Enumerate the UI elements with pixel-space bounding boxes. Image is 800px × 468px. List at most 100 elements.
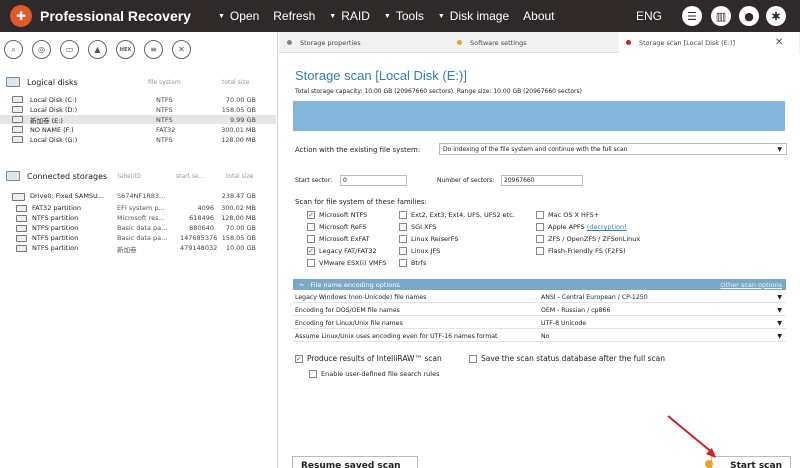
families-label: Scan for file system of these families:: [295, 198, 427, 206]
app-titlebar: ✚ Professional Recovery ▼ Open Refresh ▼ R…: [0, 0, 800, 32]
num-sectors-input[interactable]: 20967660: [501, 175, 583, 186]
connected-storages-header: Connected storages: [6, 171, 107, 181]
monitor-icon: [6, 77, 20, 87]
tab-software-settings[interactable]: Software settings: [457, 32, 617, 53]
col-total-size: total size: [222, 79, 250, 86]
chevron-down-icon: ▼: [777, 146, 782, 153]
main-panel: Storage properties Software settings Sto…: [279, 32, 800, 468]
other-scan-options-link[interactable]: Other scan options: [720, 281, 782, 289]
menu-raid[interactable]: ▼ RAID: [322, 9, 377, 23]
tab-dot-icon: [287, 40, 292, 45]
partition-icon: [16, 225, 27, 232]
logical-disk-row[interactable]: Local Disk (D:) NTFS 158.05 GB: [0, 105, 276, 114]
col-start-sector: start se...: [176, 173, 205, 180]
tab-bar: Storage properties Software settings Sto…: [279, 32, 800, 53]
action-select[interactable]: Do indexing of the file system and conti…: [439, 143, 787, 155]
disk-icon: [12, 116, 23, 123]
family-apfs-checkbox[interactable]: Apple APFS (decryption): [536, 223, 627, 231]
family-zfs-checkbox[interactable]: ZFS / OpenZFS / ZFSonLinux: [536, 235, 640, 243]
partition-icon: [16, 245, 27, 252]
menu-about[interactable]: About: [516, 9, 561, 23]
encoding-row[interactable]: Assume Linux/Unix uses encoding even for…: [293, 330, 786, 342]
partition-icon: [16, 205, 27, 212]
family-xfs-checkbox[interactable]: SGI XFS: [399, 223, 436, 231]
decryption-link[interactable]: (decryption): [587, 223, 627, 231]
storage-toolbar: ⌕ ◎ ▭ ▲ HEX ≡ ✕: [4, 40, 191, 59]
hard-drive-icon: [12, 193, 25, 201]
partition-row[interactable]: NTFS partition Basic data pa... 14768537…: [0, 234, 276, 243]
language-selector[interactable]: ENG: [636, 9, 662, 23]
menu-open[interactable]: ▼ Open: [211, 9, 266, 23]
family-fat-checkbox[interactable]: ✓ Legacy FAT/FAT32: [307, 247, 377, 255]
tab-storage-scan[interactable]: Storage scan [Local Disk (E:)]: [619, 32, 799, 53]
cursor-marker: [705, 460, 713, 468]
menu-tools[interactable]: ▼ Tools: [377, 9, 431, 23]
intelliraw-checkbox[interactable]: ✓ Produce results of IntelliRAW™ scan: [295, 354, 442, 363]
logical-disk-row-selected[interactable]: 新加卷 (E:) NTFS 9.99 GB: [0, 115, 276, 125]
start-sector-input[interactable]: 0: [340, 175, 407, 186]
capacity-text: Total storage capacity: 10.00 GB (209676…: [295, 88, 582, 95]
logical-disk-row[interactable]: Local Disk (G:) NTFS 128.00 MB: [0, 135, 276, 144]
family-hfs-checkbox[interactable]: Mac OS X HFS+: [536, 211, 599, 219]
col-storage-size: total size: [226, 173, 254, 180]
user-rules-checkbox[interactable]: Enable user-defined file search rules: [309, 370, 439, 378]
tab-storage-properties[interactable]: Storage properties: [287, 32, 447, 53]
list-icon[interactable]: ≡: [144, 40, 163, 59]
disk-icon: [12, 96, 23, 103]
logical-disk-row[interactable]: Local Disk (C:) NTFS 70.00 GB: [0, 95, 276, 104]
chevron-down-icon: ▼: [777, 307, 782, 314]
lock-icon[interactable]: ▲: [88, 40, 107, 59]
search-icon[interactable]: ⌕: [4, 40, 23, 59]
col-label-id: label/ID: [118, 173, 141, 180]
logical-disks-header: Logical disks: [6, 77, 78, 87]
encoding-section-header[interactable]: − File name encoding options Other scan …: [293, 279, 786, 290]
family-exfat-checkbox[interactable]: Microsoft ExFAT: [307, 235, 370, 243]
start-sector-label: Start sector:: [295, 177, 333, 184]
partition-icon: [16, 215, 27, 222]
partition-row[interactable]: NTFS partition Microsoft res... 618496 1…: [0, 214, 276, 223]
disk-icon: [12, 126, 23, 133]
gear-icon[interactable]: ✱: [766, 6, 786, 26]
book-icon[interactable]: ▥: [711, 6, 731, 26]
family-reiserfs-checkbox[interactable]: Linux ReiserFS: [399, 235, 458, 243]
red-arrow-annotation: [667, 415, 716, 458]
family-ntfs-checkbox[interactable]: ✓ Microsoft NTFS: [307, 211, 367, 219]
hex-icon[interactable]: HEX: [116, 40, 135, 59]
partition-row[interactable]: NTFS partition 新加卷 479148032 10.00 GB: [0, 244, 276, 254]
family-f2fs-checkbox[interactable]: Flash-Friendly FS (F2FS): [536, 247, 626, 255]
tab-dot-icon: [626, 40, 631, 45]
resume-scan-button[interactable]: Resume saved scan: [292, 456, 418, 468]
partition-row[interactable]: NTFS partition Basic data pa... 880640 7…: [0, 224, 276, 233]
disk-icon: [12, 136, 23, 143]
partition-row[interactable]: FAT32 partition EFI system p... 4096 300…: [0, 204, 276, 213]
encoding-row[interactable]: Legacy Windows (non-Unicode) file names …: [293, 291, 786, 303]
collapse-icon: −: [299, 280, 305, 289]
page-title: Storage scan [Local Disk (E:)]: [295, 68, 467, 83]
disk-icon: [12, 106, 23, 113]
save-database-checkbox[interactable]: Save the scan status database after the …: [469, 354, 665, 363]
close-icon[interactable]: ✕: [172, 40, 191, 59]
app-title: Professional Recovery: [40, 8, 191, 24]
logical-disk-row[interactable]: NO NAME (F:) FAT32 300.01 MB: [0, 125, 276, 134]
image-icon[interactable]: ▭: [60, 40, 79, 59]
encoding-row[interactable]: Encoding for DOS/OEM file names OEM - Ru…: [293, 304, 786, 316]
chevron-down-icon: ▼: [777, 333, 782, 340]
user-icon[interactable]: ●: [739, 6, 759, 26]
main-menu: ▼ Open Refresh ▼ RAID ▼ Tools ▼ Disk image A…: [211, 9, 562, 23]
chat-icon[interactable]: ☰: [682, 6, 702, 26]
family-btrfs-checkbox[interactable]: Btrfs: [399, 259, 426, 267]
encoding-row[interactable]: Encoding for Linux/Unix file names UTF-8…: [293, 317, 786, 329]
menu-disk-image[interactable]: ▼ Disk image: [431, 9, 516, 23]
partition-icon: [16, 235, 27, 242]
scan-icon[interactable]: ◎: [32, 40, 51, 59]
chevron-down-icon: ▼: [777, 294, 782, 301]
family-refs-checkbox[interactable]: Microsoft ReFS: [307, 223, 367, 231]
close-tab-icon[interactable]: ✕: [775, 37, 783, 48]
family-ext-checkbox[interactable]: Ext2, Ext3, Ext4, UFS, UFS2 etc.: [399, 211, 515, 219]
family-vmfs-checkbox[interactable]: VMware ESX(i) VMFS: [307, 259, 386, 267]
col-file-system: file system: [148, 79, 181, 86]
storage-map-bar: [293, 101, 785, 131]
family-jfs-checkbox[interactable]: Linux JFS: [399, 247, 440, 255]
drive-row[interactable]: Drive0: Fixed SAMSU... S674NF1R83... 238…: [0, 192, 276, 201]
menu-refresh[interactable]: Refresh: [266, 9, 322, 23]
